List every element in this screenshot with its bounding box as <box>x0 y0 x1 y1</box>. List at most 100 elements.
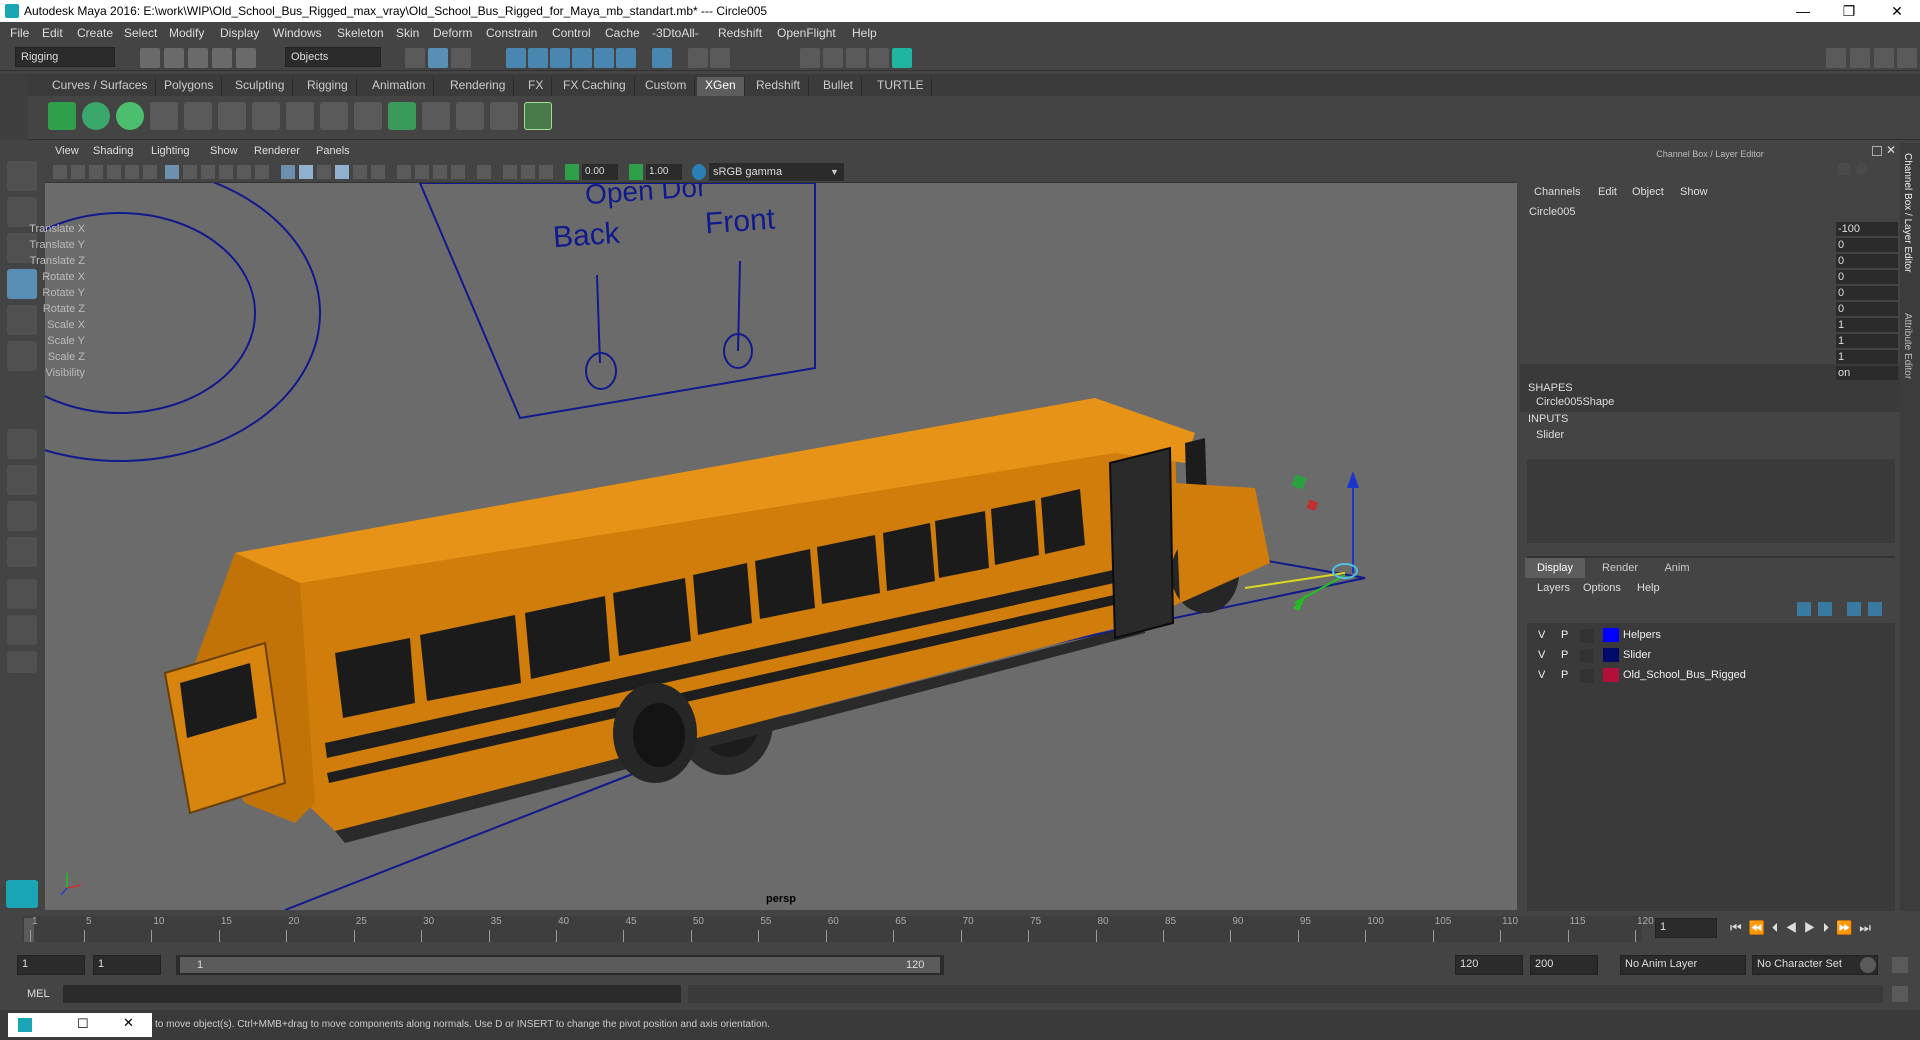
layer-visibility-toggle[interactable]: V <box>1538 649 1545 661</box>
attr-value-translate-z[interactable]: 0 <box>1836 254 1898 268</box>
layer-move-down-icon[interactable] <box>1818 602 1832 616</box>
ambient-occlusion-icon[interactable] <box>433 165 447 179</box>
history-icon[interactable] <box>652 48 672 68</box>
menu-help[interactable]: Help <box>852 26 877 40</box>
playback-end-field[interactable]: 120 <box>1455 955 1523 975</box>
attr-value-rotate-x[interactable]: 0 <box>1836 270 1898 284</box>
field-chart-icon[interactable] <box>237 165 251 179</box>
snap-curve-icon[interactable] <box>528 48 548 68</box>
side-tab-attribute-editor[interactable]: Attribute Editor <box>1902 313 1913 379</box>
save-scene-icon[interactable] <box>188 48 208 68</box>
attr-value-scale-z[interactable]: 1 <box>1836 350 1898 364</box>
channels-menu[interactable]: Channels <box>1534 186 1580 198</box>
tab-anim[interactable]: Anim <box>1652 558 1702 578</box>
range-slider-handle[interactable] <box>180 957 940 973</box>
manipulator-icon[interactable] <box>1838 163 1850 175</box>
four-view-layout-icon[interactable] <box>7 465 37 495</box>
step-back-icon[interactable]: ⏪ <box>1749 920 1772 935</box>
render-settings-icon[interactable] <box>869 48 889 68</box>
lock-icon[interactable] <box>688 48 708 68</box>
viewport-menu-renderer[interactable]: Renderer <box>254 145 300 157</box>
isolate-select-icon[interactable] <box>477 165 491 179</box>
play-backward-icon[interactable]: ◀ <box>1785 920 1804 935</box>
xray-joints-icon[interactable] <box>415 165 429 179</box>
shelf-handle[interactable] <box>0 74 28 140</box>
layer-playback-toggle[interactable]: P <box>1561 649 1568 661</box>
bookmark-icon[interactable] <box>89 165 103 179</box>
persp-graph-layout-icon[interactable] <box>7 579 37 609</box>
move-tool-icon[interactable] <box>7 269 37 299</box>
menu-file[interactable]: File <box>10 26 29 40</box>
step-back-key-icon[interactable]: ⏴ <box>1772 920 1786 935</box>
xgen-layers-icon[interactable] <box>388 102 416 130</box>
input-item[interactable]: Slider <box>1536 429 1564 441</box>
channel-box-toggle-icon[interactable] <box>1897 48 1917 68</box>
minimize-button[interactable]: — <box>1780 0 1826 22</box>
xgen-clump-icon[interactable] <box>456 102 484 130</box>
camera-zoom-icon[interactable] <box>539 165 553 179</box>
film-gate-icon[interactable] <box>183 165 197 179</box>
xgen-place-guide-icon[interactable] <box>184 102 212 130</box>
attr-value-rotate-y[interactable]: 0 <box>1836 286 1898 300</box>
safe-action-icon[interactable] <box>255 165 269 179</box>
perspective-viewport[interactable]: Open Dor Back Front persp <box>45 183 1517 910</box>
open-scene-icon[interactable] <box>164 48 184 68</box>
step-forward-key-icon[interactable]: ⏵ <box>1823 920 1837 935</box>
layer-reference-toggle[interactable] <box>1580 649 1594 663</box>
camera-attributes-icon[interactable] <box>71 165 85 179</box>
preferences-icon[interactable] <box>1892 957 1908 973</box>
snap-surface-icon[interactable] <box>594 48 614 68</box>
tab-fx[interactable]: FX <box>520 77 553 96</box>
scene-start-field[interactable]: 1 <box>17 955 85 975</box>
tab-rigging[interactable]: Rigging <box>299 77 357 96</box>
edit-menu[interactable]: Edit <box>1598 186 1617 198</box>
speed-icon[interactable] <box>1856 163 1868 175</box>
help-menu[interactable]: Help <box>1637 582 1660 594</box>
menu-create[interactable]: Create <box>77 26 113 40</box>
camera-pan-icon[interactable] <box>503 165 517 179</box>
tool-settings-toggle-icon[interactable] <box>1874 48 1894 68</box>
auto-key-icon[interactable] <box>1860 957 1876 973</box>
go-to-start-icon[interactable]: ⏮ <box>1730 920 1749 935</box>
scale-tool-icon[interactable] <box>7 341 37 371</box>
tab-turtle[interactable]: TURTLE <box>869 77 933 96</box>
snap-center-icon[interactable] <box>616 48 636 68</box>
viewport-menu-view[interactable]: View <box>55 145 79 157</box>
maximize-button[interactable]: ❐ <box>1826 0 1872 22</box>
layer-color-swatch[interactable] <box>1603 628 1619 642</box>
snap-grid-icon[interactable] <box>506 48 526 68</box>
go-to-end-icon[interactable]: ⏭ <box>1859 920 1878 935</box>
ipr-render-icon[interactable] <box>846 48 866 68</box>
attr-value-rotate-z[interactable]: 0 <box>1836 302 1898 316</box>
selection-mode-dropdown[interactable]: Objects <box>285 47 381 67</box>
camera-track-icon[interactable] <box>521 165 535 179</box>
xray-icon[interactable] <box>397 165 411 179</box>
menu-openflight[interactable]: OpenFlight <box>777 26 836 40</box>
layer-color-swatch[interactable] <box>1603 648 1619 662</box>
render-frame-icon[interactable] <box>823 48 843 68</box>
layer-name[interactable]: Slider <box>1623 649 1651 661</box>
attr-value-scale-x[interactable]: 1 <box>1836 318 1898 332</box>
tab-redshift[interactable]: Redshift <box>748 77 810 96</box>
layer-playback-toggle[interactable]: P <box>1561 669 1568 681</box>
menu-modify[interactable]: Modify <box>169 26 204 40</box>
layer-color-swatch[interactable] <box>1603 668 1619 682</box>
layer-move-up-icon[interactable] <box>1797 602 1811 616</box>
restore-window-icon[interactable]: ☐ <box>77 1016 89 1032</box>
resolution-gate-icon[interactable] <box>201 165 215 179</box>
viewport-menu-shading[interactable]: Shading <box>93 145 133 157</box>
layer-visibility-toggle[interactable]: V <box>1538 629 1545 641</box>
scene-end-field[interactable]: 200 <box>1530 955 1598 975</box>
xgen-cut-icon[interactable] <box>490 102 518 130</box>
menu-constrain[interactable]: Constrain <box>486 26 537 40</box>
xgen-preview-icon[interactable] <box>82 102 110 130</box>
options-menu[interactable]: Options <box>1583 582 1621 594</box>
layer-row[interactable]: V P Helpers <box>1528 627 1893 645</box>
tab-polygons[interactable]: Polygons <box>156 77 223 96</box>
tab-animation[interactable]: Animation <box>364 77 435 96</box>
smooth-shade-icon[interactable] <box>299 165 313 179</box>
rotate-tool-icon[interactable] <box>7 305 37 335</box>
menu-edit[interactable]: Edit <box>42 26 63 40</box>
xgen-groom-icon[interactable] <box>320 102 348 130</box>
snap-point-icon[interactable] <box>550 48 570 68</box>
